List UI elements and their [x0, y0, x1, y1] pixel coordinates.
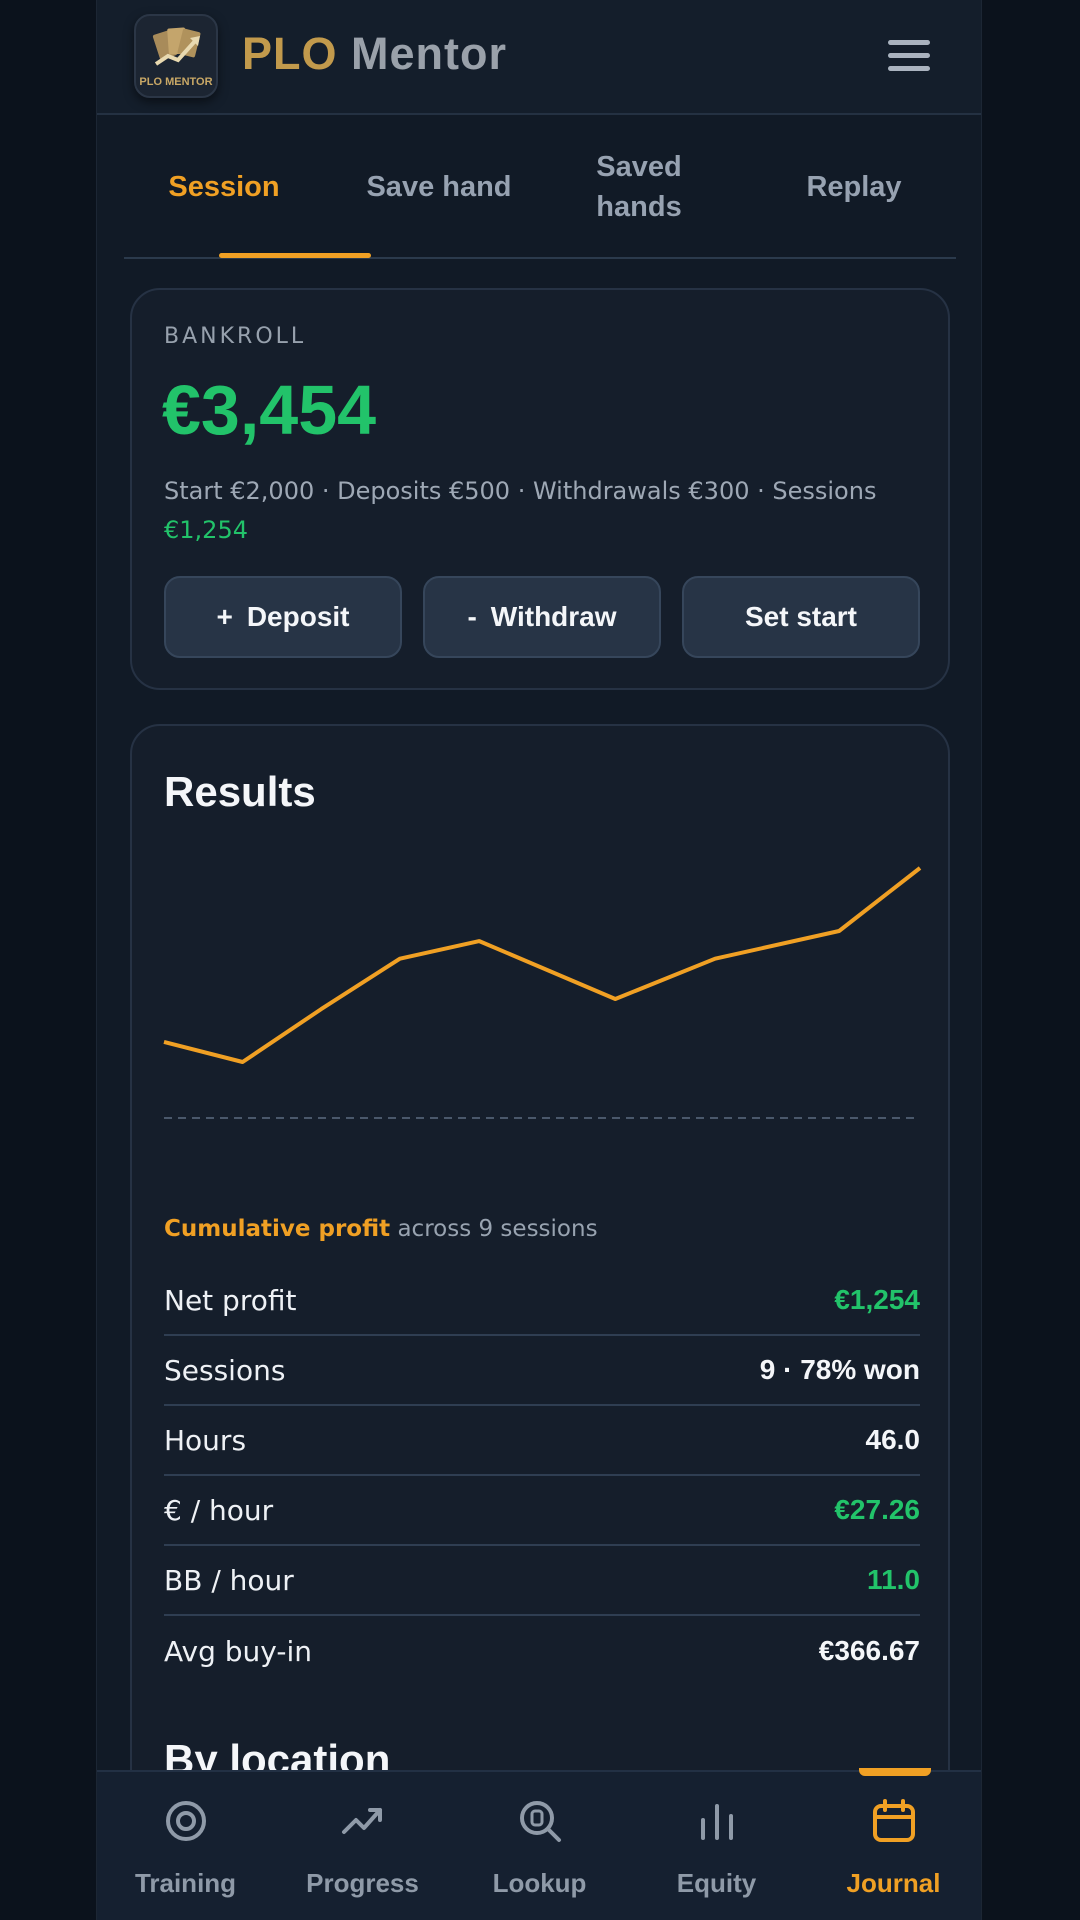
- brand-part-plo: PLO: [242, 28, 338, 79]
- stat-row: Sessions 9 · 78% won: [164, 1336, 920, 1406]
- bankroll-breakdown-text: Start €2,000 · Deposits €500 · Withdrawa…: [164, 477, 877, 505]
- deposit-button[interactable]: + Deposit: [164, 576, 402, 658]
- stat-label: BB / hour: [164, 1563, 294, 1597]
- active-nav-indicator: [859, 1768, 931, 1776]
- stat-value: €366.67: [818, 1635, 920, 1666]
- brand-part-mentor: Mentor: [351, 28, 508, 79]
- stat-row: BB / hour 11.0: [164, 1546, 920, 1616]
- stat-value: 11.0: [867, 1564, 920, 1595]
- plus-icon: +: [216, 601, 233, 632]
- stats-list: Net profit €1,254 Sessions 9 · 78% won Hours…: [164, 1266, 920, 1686]
- stat-label: Sessions: [164, 1353, 286, 1387]
- stat-row: Net profit €1,254: [164, 1266, 920, 1336]
- results-title: Results: [164, 768, 316, 815]
- nav-progress[interactable]: Progress: [274, 1772, 451, 1920]
- nav-training-label: Training: [134, 1868, 237, 1898]
- bankroll-card: BANKROLL €3,454 Start €2,000 · Deposits …: [130, 288, 950, 690]
- chart-caption-highlight: Cumulative profit: [164, 1216, 391, 1242]
- nav-journal-label: Journal: [846, 1868, 941, 1898]
- withdraw-label: Withdraw: [490, 601, 617, 632]
- nav-progress-label: Progress: [306, 1868, 419, 1898]
- search-icon: [520, 1801, 561, 1842]
- hamburger-icon[interactable]: [885, 36, 933, 76]
- nav-equity-label: Equity: [676, 1868, 757, 1898]
- app-logo[interactable]: PLO MENTOR: [134, 14, 218, 98]
- session-tabs: Session Save hand Saved hands Replay: [124, 115, 956, 259]
- nav-equity[interactable]: Equity: [628, 1772, 805, 1920]
- results-card: Results Cumulative profit across 9 sessi…: [130, 724, 950, 1920]
- deposit-label: Deposit: [246, 601, 350, 632]
- set-start-button[interactable]: Set start: [682, 576, 920, 658]
- minus-icon: -: [467, 601, 477, 632]
- bottom-navigation: Training Progress Lookup Equity Journal: [97, 1770, 981, 1920]
- chart-caption: Cumulative profit across 9 sessions: [164, 1216, 598, 1242]
- withdraw-button[interactable]: - Withdraw: [423, 576, 661, 658]
- logo-caption: PLO MENTOR: [139, 76, 213, 88]
- stat-label: Avg buy-in: [164, 1634, 312, 1668]
- nav-lookup-label: Lookup: [492, 1868, 587, 1898]
- stat-value: €1,254: [834, 1284, 920, 1315]
- nav-training[interactable]: Training: [97, 1772, 274, 1920]
- cumulative-profit-chart: [163, 866, 922, 1119]
- bar-chart-icon: [701, 1804, 733, 1840]
- nav-lookup[interactable]: Lookup: [451, 1772, 628, 1920]
- bankroll-sessions-value: €1,254: [164, 516, 248, 544]
- cards-logo-icon: [152, 27, 201, 66]
- profit-series-line: [163, 866, 922, 1064]
- brand-name: PLO Mentor: [242, 28, 507, 80]
- app-header: PLO MENTOR PLO Mentor: [97, 0, 981, 115]
- stat-label: Hours: [164, 1423, 247, 1457]
- target-icon: [166, 1801, 206, 1841]
- bankroll-breakdown: Start €2,000 · Deposits €500 · Withdrawa…: [164, 472, 924, 550]
- stat-row: € / hour €27.26: [164, 1476, 920, 1546]
- stat-value: €27.26: [834, 1494, 920, 1525]
- set-start-label: Set start: [744, 601, 858, 632]
- stat-row: Avg buy-in €366.67: [164, 1616, 920, 1686]
- tab-saved-hands[interactable]: Saved hands: [564, 115, 714, 259]
- trending-up-icon: [342, 1808, 382, 1834]
- active-tab-indicator: [219, 253, 371, 258]
- tab-save-hand[interactable]: Save hand: [334, 115, 544, 259]
- tab-session[interactable]: Session: [124, 115, 324, 259]
- chart-caption-rest: across 9 sessions: [397, 1216, 598, 1242]
- app-shell: PLO MENTOR PLO Mentor Session Save hand …: [96, 0, 982, 1920]
- stat-value: 9 · 78% won: [759, 1354, 920, 1385]
- stat-value: 46.0: [865, 1424, 921, 1455]
- calendar-icon: [873, 1799, 915, 1842]
- bankroll-label: BANKROLL: [164, 324, 307, 349]
- stat-row: Hours 46.0: [164, 1406, 920, 1476]
- bankroll-amount: €3,454: [162, 371, 377, 449]
- nav-journal[interactable]: Journal: [805, 1772, 981, 1920]
- tab-replay[interactable]: Replay: [754, 115, 954, 259]
- stat-label: Net profit: [164, 1283, 297, 1317]
- stat-label: € / hour: [164, 1493, 274, 1527]
